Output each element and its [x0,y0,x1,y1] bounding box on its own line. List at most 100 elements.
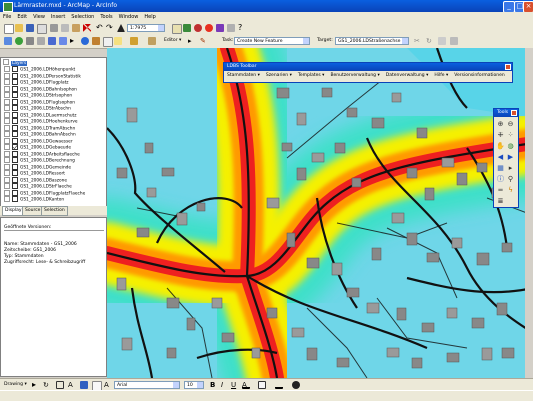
scale-combo[interactable]: 1:7975 [127,24,165,32]
layer-visibility-checkbox[interactable] [12,105,18,111]
menu-window[interactable]: Window [116,12,142,22]
paste-icon[interactable] [72,24,80,32]
python-icon[interactable] [227,24,235,32]
ldbs-menu-datenverwaltung[interactable]: Datenverwaltung ▾ [383,71,432,80]
lightning-icon[interactable]: ϟ [506,186,515,195]
toc-layer-item[interactable]: GS1_2006.LDStrAbschn [4,105,71,112]
toc-layer-item[interactable]: GS1_2006.LDPersonStatistik [4,72,81,79]
find-icon[interactable] [92,37,100,45]
ldbs-close-icon[interactable] [505,64,511,70]
measure-ruler-icon[interactable]: ═ [496,186,505,195]
toc-layer-item[interactable]: GS1_2006.LDBerechnung [4,157,75,164]
select-elements-icon[interactable]: ▸ [506,164,515,173]
callout-icon[interactable] [80,381,88,389]
toc-layer-item[interactable]: GS1_2006.LDStrFlaeche [4,183,72,190]
italic-icon[interactable]: I [221,381,229,389]
save-icon[interactable] [26,24,34,32]
forward-arrow-icon[interactable]: ▶ [506,153,515,162]
arccatalog-icon[interactable] [205,24,213,32]
back-arrow-icon[interactable]: ◀ [496,153,505,162]
layer-visibility-checkbox[interactable] [12,196,18,202]
menu-help[interactable]: Help [141,12,158,22]
rectangle-icon[interactable] [56,381,64,389]
zoom-extent-icon[interactable] [148,37,156,45]
expand-icon[interactable] [4,157,10,163]
sketch-tool-icon[interactable]: ✎ [200,37,208,45]
expand-icon[interactable] [4,118,10,124]
globe-icon[interactable]: ◍ [506,142,515,151]
identify-icon[interactable] [81,37,89,45]
layer-visibility-checkbox[interactable] [12,137,18,144]
add-data-icon[interactable] [117,24,125,32]
editor-toolbar-icon[interactable] [172,24,182,34]
expand-icon[interactable] [4,131,10,137]
ldbs-menu-stammdaten[interactable]: Stammdaten ▾ [224,71,263,80]
toc-layer-item[interactable]: GS1_2006.LDStrIsophon [4,92,72,99]
fill-color-icon[interactable] [258,381,266,389]
back-extent-icon[interactable] [48,37,56,45]
info-icon[interactable]: ⓘ [496,175,505,184]
rotate-icon[interactable]: ↻ [43,381,51,389]
expand-icon[interactable] [4,105,10,111]
layer-visibility-checkbox[interactable] [12,163,18,170]
fixed-zoom-out-icon[interactable]: ⁘ [506,131,515,140]
noise-map[interactable] [107,48,533,378]
layer-visibility-checkbox[interactable] [12,131,18,137]
layer-visibility-checkbox[interactable] [12,98,18,105]
undo-icon[interactable]: ↶ [96,24,104,32]
expand-icon[interactable] [4,189,10,196]
tools-close-icon[interactable] [511,110,517,116]
ldbs-menu-versionsinformationen[interactable]: Versionsinformationen [451,71,507,80]
ldbs-menu-hilfe[interactable]: Hilfe ▾ [431,71,451,80]
expand-icon[interactable] [4,111,10,118]
expand-icon[interactable] [4,79,10,85]
toc-layer-item[interactable]: GS1_2006.LDFlugIsophon [4,98,75,105]
toc-layer-item[interactable]: GS1_2006.LDArbeitsflaeche [4,150,80,157]
split-tool-icon[interactable]: ✂ [414,37,422,45]
sketch-properties-icon[interactable] [450,37,458,45]
menu-tools[interactable]: Tools [97,12,115,22]
editor-menu[interactable]: Editor ▾ [164,37,181,45]
layer-visibility-checkbox[interactable] [12,118,18,124]
layer-visibility-checkbox[interactable] [12,85,18,92]
toc-layer-item[interactable]: GS1_2006.LDTramAbschn [4,124,75,131]
zoom-out-fixed-icon[interactable] [37,37,45,45]
layer-visibility-checkbox[interactable] [12,72,18,79]
model-icon[interactable] [216,24,224,32]
toc-layer-item[interactable]: GS1_2006.LDFlugplatz [4,79,69,86]
layer-visibility-checkbox[interactable] [12,79,18,85]
find-binoculars-icon[interactable]: ⚲ [506,175,515,184]
expand-icon[interactable] [4,144,10,150]
expand-icon[interactable] [4,170,10,176]
toc-layer-item[interactable]: GS1_2006.LDGewaesser [4,137,73,144]
help-icon[interactable]: ? [238,24,246,32]
toc-layer-item[interactable]: GS1_2006.LDHoehenkurve [4,118,78,125]
expand-icon[interactable] [4,85,10,92]
expand-icon[interactable] [4,150,10,157]
zoom-in-fixed-icon[interactable] [26,37,34,45]
attributes-icon[interactable] [438,37,446,45]
toc-layer-item[interactable]: GS1_2006.LDLaermschutz [4,111,76,118]
toc-layer-item[interactable]: GS1_2006.LDBaszone [4,176,67,183]
toc-layer-item[interactable]: GS1_2006.LDBahnIsophon [4,85,77,92]
bold-icon[interactable]: B [210,381,218,389]
toc-layer-item[interactable]: GS1_2006.LDGemeinde [4,163,71,170]
layer-visibility-checkbox[interactable] [12,183,18,189]
layer-visibility-checkbox[interactable] [12,144,18,150]
toc-layer-item[interactable]: GS1_2006.LDRessort [4,170,65,177]
toc-layer-item[interactable]: GS1_2006.LDKanton [4,196,64,203]
expand-icon[interactable] [4,183,10,189]
task-combo[interactable]: Create New Feature [234,37,310,45]
rotate-tool-icon[interactable]: ↻ [426,37,434,45]
time-slider-icon[interactable]: ≣ [496,197,505,206]
layer-visibility-checkbox[interactable] [12,111,18,118]
layer-visibility-checkbox[interactable] [12,176,18,183]
menu-insert[interactable]: Insert [48,12,68,22]
font-color-icon[interactable]: A [242,381,250,389]
marker-color-icon[interactable] [292,381,300,389]
print-icon[interactable] [37,24,47,34]
arctoolbox-icon[interactable] [194,24,202,32]
redo-icon[interactable]: ↷ [106,24,114,32]
tab-selection[interactable]: Selection [41,206,68,216]
line-color-icon[interactable] [275,381,283,389]
